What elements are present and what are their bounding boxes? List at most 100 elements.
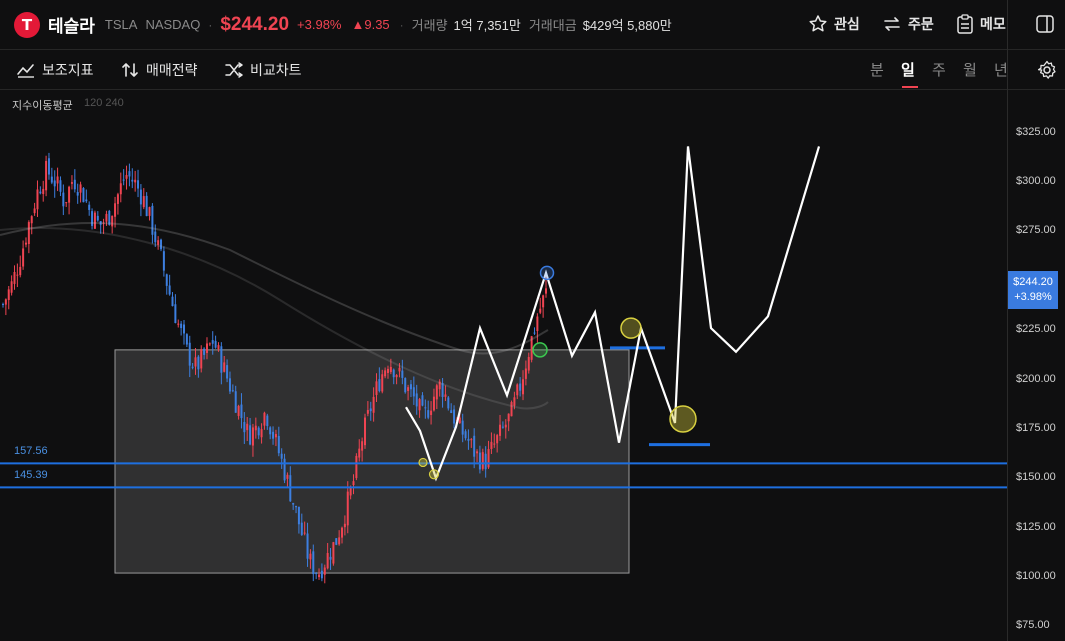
- candle-body: [197, 356, 200, 370]
- period-month[interactable]: 월: [963, 59, 977, 80]
- stock-name: 테슬라: [48, 17, 95, 36]
- candle-body: [490, 441, 493, 450]
- candle-body: [524, 368, 527, 379]
- order-label: 주문: [908, 16, 934, 32]
- period-minute[interactable]: 분: [870, 59, 884, 80]
- candle-body: [177, 323, 180, 325]
- candle-body: [131, 179, 134, 182]
- range-box: [114, 349, 630, 574]
- candle-body: [188, 342, 191, 366]
- change-amount: ▲9.35: [351, 17, 390, 32]
- candle-body: [292, 502, 295, 505]
- candle-body: [162, 251, 165, 271]
- candle-body: [381, 374, 384, 392]
- y-tick-label: $100.00: [1016, 570, 1056, 582]
- period-day[interactable]: 일: [901, 59, 915, 80]
- candle-body: [501, 426, 504, 428]
- candle-body: [171, 296, 174, 307]
- compare-label: 비교차트: [250, 62, 302, 78]
- candle-body: [522, 379, 525, 395]
- active-period-indicator: [902, 86, 918, 88]
- marker-circle-blue: [539, 265, 555, 281]
- candle-body: [473, 435, 476, 457]
- memo-label: 메모: [980, 16, 1006, 32]
- candle-body: [361, 441, 364, 451]
- candle-body: [47, 158, 50, 175]
- candle-body: [335, 538, 338, 545]
- price-chart[interactable]: [0, 90, 1007, 641]
- y-tick-label: $225.00: [1016, 323, 1056, 336]
- chart-settings-button[interactable]: [1037, 60, 1057, 85]
- candle-body: [461, 420, 464, 435]
- side-panel-icon: [1036, 15, 1054, 33]
- candle-body: [352, 481, 355, 486]
- candle-body: [476, 451, 479, 454]
- candle-body: [346, 491, 349, 526]
- candle-body: [27, 222, 30, 245]
- candle-body: [111, 215, 114, 227]
- candle-body: [504, 424, 507, 428]
- candle-body: [79, 184, 82, 193]
- y-tick-label: $175.00: [1016, 421, 1056, 434]
- panel-toggle-button[interactable]: [1036, 15, 1054, 38]
- candle-body: [39, 191, 42, 194]
- candle-body: [88, 204, 91, 210]
- candle-body: [283, 458, 286, 481]
- candle-body: [217, 345, 220, 349]
- memo-button[interactable]: 메모: [956, 14, 1006, 34]
- candle-body: [22, 248, 25, 267]
- candle-body: [272, 431, 275, 439]
- strategy-button[interactable]: 매매전략: [120, 60, 198, 80]
- candle-body: [211, 340, 214, 344]
- candle-body: [415, 393, 418, 407]
- candle-body: [369, 408, 372, 412]
- last-price-tag: $244.20 +3.98%: [1008, 271, 1058, 309]
- compare-button[interactable]: 비교차트: [224, 60, 302, 80]
- indicators-button[interactable]: 보조지표: [16, 60, 94, 80]
- amount-value: $429억 5,880만: [582, 18, 672, 33]
- candle-body: [295, 506, 298, 508]
- candle-body: [341, 527, 344, 538]
- candle-body: [96, 215, 99, 221]
- exchange-name: NASDAQ: [145, 17, 201, 32]
- candle-body: [157, 240, 160, 245]
- candle-body: [343, 523, 346, 528]
- marker-circle-green: [532, 342, 548, 358]
- candle-body: [424, 407, 427, 409]
- marker-circle-yellow: [669, 405, 697, 433]
- candle-body: [401, 370, 404, 378]
- candle-body: [76, 192, 79, 196]
- candle-body: [516, 384, 519, 396]
- period-year[interactable]: 년: [994, 59, 1008, 80]
- candle-body: [93, 212, 96, 229]
- candle-body: [409, 384, 412, 390]
- y-tick-label: $200.00: [1016, 372, 1056, 385]
- shuffle-icon: [225, 62, 243, 78]
- candle-body: [533, 332, 536, 334]
- candle-body: [165, 274, 168, 286]
- y-tick-label: $300.00: [1016, 175, 1056, 187]
- candle-body: [539, 308, 542, 313]
- candle-body: [444, 394, 447, 397]
- candle-body: [183, 324, 185, 334]
- candle-body: [364, 417, 366, 446]
- candle-body: [478, 452, 481, 470]
- candle-body: [421, 395, 424, 406]
- marker-circle-yellow-small: [428, 469, 440, 480]
- candle-body: [536, 316, 539, 332]
- period-week[interactable]: 주: [932, 59, 946, 80]
- watchlist-button[interactable]: 관심: [808, 14, 860, 34]
- candle-body: [323, 567, 326, 575]
- order-button[interactable]: 주문: [882, 14, 934, 34]
- candle-body: [137, 180, 140, 189]
- separator-dot-2: ·: [399, 17, 404, 32]
- candle-body: [510, 402, 513, 417]
- candle-body: [384, 370, 387, 377]
- indicators-label: 보조지표: [42, 62, 94, 78]
- indicator-name: 지수이동평균: [12, 100, 73, 112]
- last-price-change: +3.98%: [1014, 291, 1052, 303]
- candle-body: [542, 295, 545, 308]
- candle-body: [266, 415, 269, 426]
- candle-body: [432, 396, 435, 411]
- candle-body: [251, 427, 254, 446]
